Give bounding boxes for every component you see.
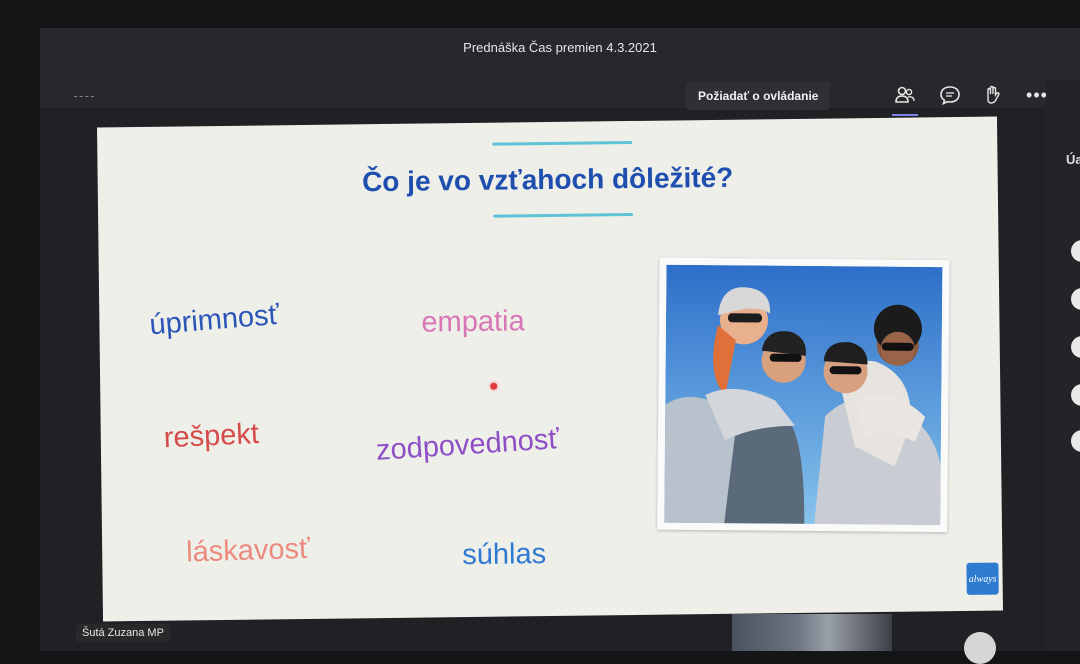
meeting-title: Prednáška Čas premien 4.3.2021 — [463, 40, 657, 55]
slide-word: zodpovednosť — [375, 423, 561, 467]
request-control-button[interactable]: Požiadať o ovládanie — [686, 82, 831, 110]
title-decoration-bottom — [493, 212, 634, 218]
raise-hand-button[interactable] — [978, 80, 1008, 110]
chat-icon — [940, 86, 960, 105]
presenter-name-label: Šutá Zuzana MP — [76, 624, 170, 642]
slide-word: láskavosť — [185, 532, 311, 569]
more-options-icon: ••• — [1026, 84, 1048, 105]
slide-title: Čo je vo vzťahoch dôležité? — [361, 161, 734, 198]
right-side-panel: Úa — [1046, 80, 1080, 651]
slide-photo — [657, 257, 950, 533]
friends-photo-illustration — [664, 264, 943, 526]
laser-pointer-dot — [490, 382, 498, 390]
chat-button[interactable] — [935, 80, 965, 110]
participant-avatar-circle[interactable] — [964, 632, 996, 664]
brand-logo: always — [966, 562, 999, 595]
raise-hand-icon — [987, 85, 1000, 104]
slide-word: rešpekt — [163, 417, 260, 455]
slide-word: empatia — [421, 305, 525, 339]
participants-icon — [895, 86, 915, 103]
participant-avatar[interactable] — [1071, 384, 1080, 406]
participant-avatar[interactable] — [1071, 240, 1080, 262]
participants-button[interactable] — [890, 80, 920, 116]
participant-video-thumbnail[interactable] — [732, 614, 892, 651]
shared-slide: Čo je vo vzťahoch dôležité? úprimnosť em… — [97, 116, 1003, 622]
window-edge-marker — [74, 96, 94, 99]
slide-word: úprimnosť — [148, 298, 281, 342]
panel-heading-fragment: Úa — [1066, 152, 1080, 167]
participant-avatar[interactable] — [1071, 288, 1080, 310]
slide-word: súhlas — [462, 538, 547, 572]
title-decoration-top — [492, 140, 633, 146]
participant-avatar[interactable] — [1071, 336, 1080, 358]
meeting-toolbar: Prednáška Čas premien 4.3.2021 Požiadať … — [40, 28, 1080, 116]
participant-avatar[interactable] — [1071, 430, 1080, 452]
